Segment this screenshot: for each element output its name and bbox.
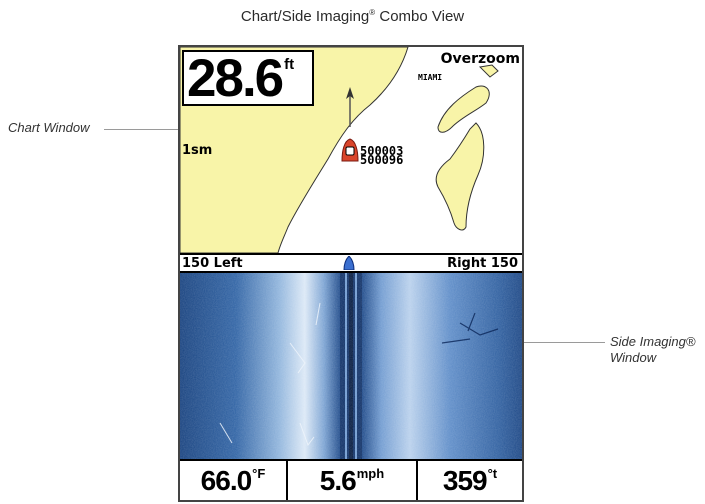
- water-temp-unit: °F: [252, 466, 266, 481]
- heading-readout: 359 °t: [418, 461, 522, 500]
- depth-value: 28.6: [187, 49, 284, 108]
- key-long: [435, 122, 485, 231]
- overzoom-label: Overzoom: [440, 51, 520, 67]
- waypoint-label-2: 500096: [360, 153, 404, 167]
- speed-readout: 5.6 mph: [288, 461, 418, 500]
- digital-readouts: 66.0 °F 5.6 mph 359 °t: [180, 459, 522, 500]
- boat-marker-icon: [343, 256, 355, 270]
- water-temp-readout: 66.0 °F: [180, 461, 288, 500]
- speed-unit: mph: [356, 466, 385, 481]
- heading-value: 359: [442, 464, 488, 496]
- side-imaging-callout-label-1: Side Imaging®: [610, 334, 696, 349]
- chart-scale: 1sm: [182, 143, 213, 158]
- side-imaging-callout-label-2: Window: [610, 350, 657, 365]
- side-imaging-sonar: [180, 273, 522, 459]
- page-title-suffix: Combo View: [375, 8, 465, 25]
- range-bar: 150 Left Right 150: [180, 253, 522, 273]
- heading-unit: °t: [487, 466, 498, 481]
- page-title-text: Chart/Side Imaging: [240, 8, 370, 25]
- device-screen: 28.6 ft Overzoom MIAMI 1sm 500003 500096…: [178, 45, 524, 502]
- chart-window[interactable]: 28.6 ft Overzoom MIAMI 1sm 500003 500096: [180, 47, 522, 253]
- boat-cursor-icon: [341, 138, 359, 162]
- range-left-label: 150 Left: [182, 256, 243, 271]
- depth-readout-box: 28.6 ft: [182, 50, 314, 106]
- water-temp-value: 66.0: [200, 464, 252, 496]
- waypoint-label[interactable]: 500003 500096: [360, 145, 404, 167]
- page-title: Chart/Side Imaging® Combo View: [0, 8, 705, 25]
- range-right-label: Right 150: [447, 256, 518, 271]
- side-imaging-window[interactable]: [180, 273, 522, 459]
- place-label-miami: MIAMI: [418, 73, 443, 82]
- speed-value: 5.6: [319, 464, 357, 496]
- key-upper: [437, 85, 490, 133]
- depth-unit: ft: [284, 56, 295, 73]
- chart-window-callout-label: Chart Window: [8, 120, 90, 135]
- side-imaging-callout-line: [512, 342, 605, 343]
